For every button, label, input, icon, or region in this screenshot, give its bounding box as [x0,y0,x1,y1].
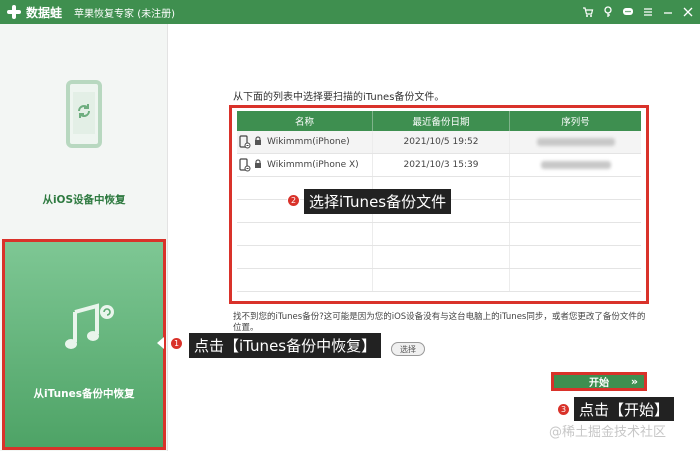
sidebar-item-itunes-label: 从iTunes备份中恢复 [33,388,135,400]
instruction-text: 从下面的列表中选择要扫描的iTunes备份文件。 [233,92,445,103]
column-header-serial[interactable]: 序列号 [510,111,641,131]
sidebar-item-ios-label: 从iOS设备中恢复 [42,194,126,206]
annotation-callout-3: 点击【开始】 [574,397,675,421]
plus-logo-icon [6,4,22,20]
lock-icon [254,135,262,149]
sidebar-item-ios[interactable]: 从iOS设备中恢复 [0,24,168,237]
app-logo: 数据蛙 [6,4,62,21]
sidebar: 从iOS设备中恢复 从iTunes备份中恢复 [0,24,168,451]
sidebar-selection-pointer [157,337,164,349]
close-icon[interactable] [682,6,694,18]
annotation-badge-1: 1 [170,337,183,350]
start-button-label: 开始 [589,378,609,389]
app-subtitle: 苹果恢复专家 (未注册) [74,8,175,20]
column-header-name[interactable]: 名称 [237,111,373,131]
backup-name: Wikimmm(iPhone) [267,137,350,147]
redacted-serial [540,161,611,169]
key-icon[interactable] [602,6,614,18]
phone-refresh-icon [66,80,102,148]
annotation-badge-3: 3 [557,403,570,416]
start-button[interactable]: 开始 » [551,372,647,391]
lock-icon [254,158,262,172]
redacted-serial [536,138,615,146]
title-bar: 数据蛙 苹果恢复专家 (未注册) [0,0,700,24]
help-note: 找不到您的iTunes备份?这可能是因为您的iOS设备没有与这台电脑上的iTun… [233,312,646,333]
table-row-empty [237,269,641,292]
backup-date: 2021/10/3 15:39 [373,154,510,176]
annotation-callout-2: 选择iTunes备份文件 [304,189,452,214]
watermark: @稀土掘金技术社区 [549,425,667,440]
sidebar-item-itunes[interactable]: 从iTunes备份中恢复 [2,239,166,450]
table-row[interactable]: Wikimmm(iPhone) 2021/10/5 19:52 [237,131,641,154]
backup-date: 2021/10/5 19:52 [373,131,510,153]
backup-file-icon [239,135,251,149]
double-chevron-icon: » [630,375,638,388]
music-note-refresh-icon [61,302,117,361]
backup-name: Wikimmm(iPhone X) [267,160,359,170]
table-row-empty [237,223,641,246]
choose-backup-button[interactable]: 选择 [391,342,425,356]
chat-icon[interactable] [622,6,634,18]
app-name: 数据蛙 [26,5,63,20]
annotation-badge-2: 2 [287,194,300,207]
menu-icon[interactable] [642,6,654,18]
cart-icon[interactable] [582,6,594,18]
table-row[interactable]: Wikimmm(iPhone X) 2021/10/3 15:39 [237,154,641,177]
column-header-date[interactable]: 最近备份日期 [373,111,510,131]
table-row-empty [237,246,641,269]
annotation-callout-1: 点击【iTunes备份中恢复】 [189,333,382,358]
backup-file-icon [239,158,251,172]
table-header: 名称 最近备份日期 序列号 [237,111,641,131]
minimize-icon[interactable] [662,6,674,18]
